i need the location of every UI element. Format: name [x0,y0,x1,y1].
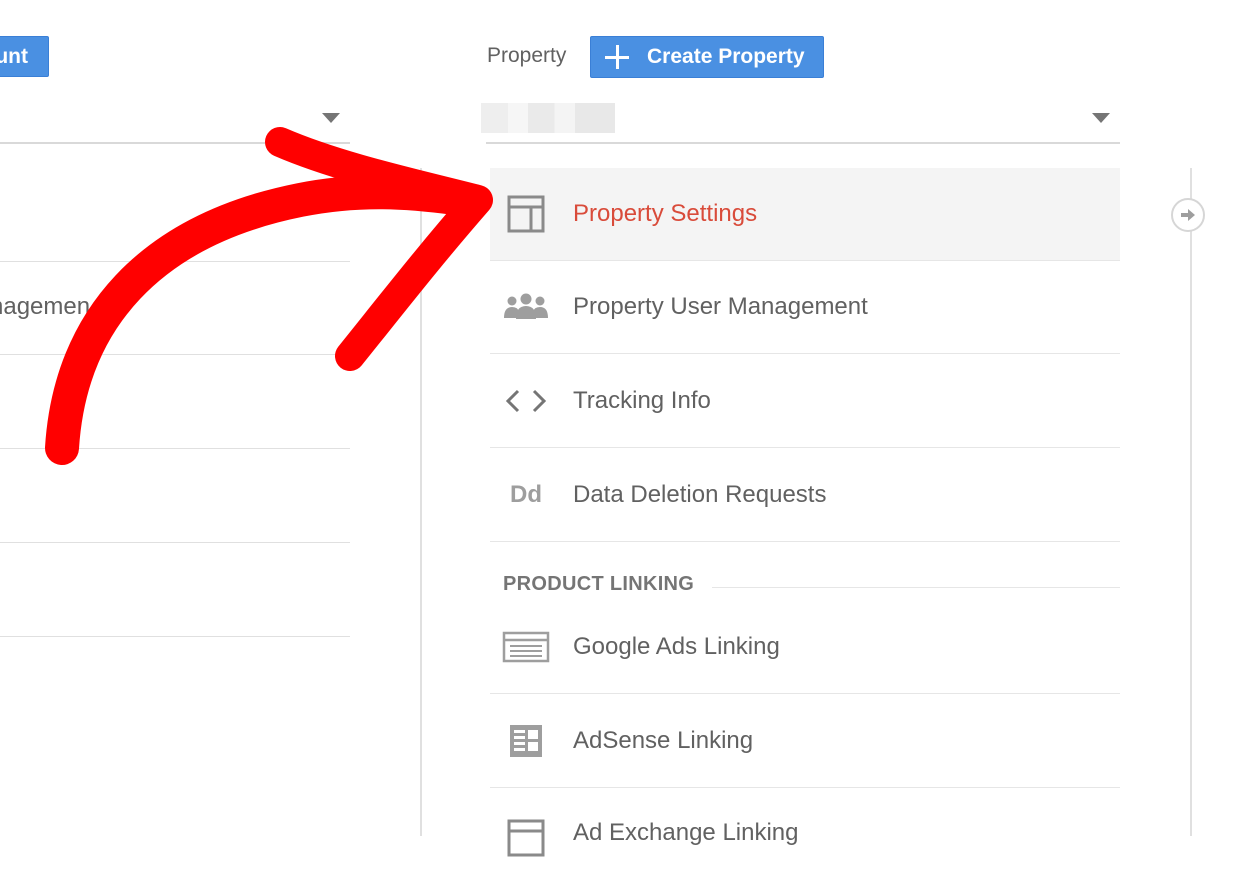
menu-item-label: AdSense Linking [573,727,754,754]
adsense-icon [510,725,542,757]
layout-icon [507,195,545,233]
menu-item-label: Property Settings [573,200,758,227]
property-header-label: Property [487,44,567,67]
menu-item-label: Data Deletion Requests [573,481,827,508]
create-account-button[interactable]: unt [0,36,49,77]
property-dropdown-caret-icon[interactable] [1092,113,1110,123]
menu-item-label: Tracking Info [573,387,711,414]
menu-item-tracking-info[interactable]: Tracking Info [490,355,1120,448]
account-item-divider [0,542,350,543]
column-divider [1190,168,1192,836]
ad-exchange-icon [507,819,545,857]
account-dropdown-caret-icon[interactable] [322,113,340,123]
collapse-panel-button[interactable] [1171,198,1205,232]
account-item-divider [0,636,350,637]
create-property-button[interactable]: Create Property [590,36,824,78]
arrow-right-icon [1181,209,1195,221]
account-item-divider [0,261,350,262]
account-item-divider [0,448,350,449]
menu-item-property-user-management[interactable]: Property User Management [490,261,1120,354]
create-account-button-label: unt [0,44,28,68]
section-title-product-linking: PRODUCT LINKING [503,573,695,595]
menu-item-google-ads-linking[interactable]: Google Ads Linking [490,601,1120,694]
code-brackets-icon [505,389,547,413]
account-dropdown[interactable] [0,142,350,144]
people-icon [504,293,548,319]
property-selector-value[interactable] [481,103,615,133]
menu-item-label: Property User Management [573,293,868,320]
section-divider [712,587,1120,588]
dd-icon: Dd [510,481,542,508]
property-dropdown[interactable] [486,142,1120,144]
menu-item-data-deletion-requests[interactable]: Dd Data Deletion Requests [490,449,1120,542]
column-divider [420,168,422,836]
plus-icon [605,45,629,69]
ads-icon [502,631,550,663]
menu-item-label: Google Ads Linking [573,633,780,660]
menu-item-adsense-linking[interactable]: AdSense Linking [490,695,1120,788]
create-property-button-label: Create Property [647,45,805,68]
menu-item-label: Ad Exchange Linking [573,819,799,846]
menu-item-property-settings[interactable]: Property Settings [490,168,1120,261]
account-item-user-management[interactable]: nagemen [0,293,90,321]
account-item-divider [0,354,350,355]
